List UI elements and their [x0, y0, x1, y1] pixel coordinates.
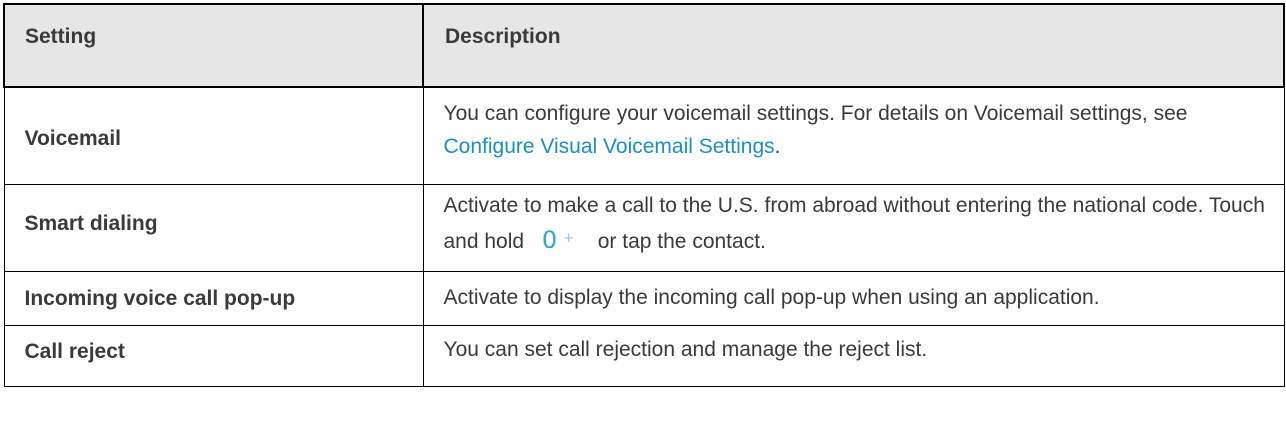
- description-part: or tap the contact.: [591, 230, 766, 253]
- zero-plus-key-icon: 0 +: [542, 222, 584, 257]
- header-setting: Setting: [3, 3, 424, 88]
- key-plus: +: [563, 231, 575, 246]
- key-digit: 0: [541, 226, 558, 254]
- setting-cell: Smart dialing: [3, 184, 424, 272]
- description-text: Activate to make a call to the U.S. from…: [424, 185, 1284, 258]
- header-setting-label: Setting: [25, 25, 97, 48]
- description-text: Activate to display the incoming call po…: [443, 286, 1100, 309]
- settings-table: Setting Description Voicemail You can co…: [3, 3, 1285, 387]
- setting-cell: Voicemail: [3, 86, 424, 185]
- description-cell: You can set call rejection and manage th…: [422, 325, 1285, 387]
- table-row: Voicemail You can configure your voicema…: [3, 86, 1285, 185]
- setting-cell: Incoming voice call pop-up: [3, 271, 424, 326]
- description-part: .: [774, 135, 781, 158]
- description-part: You can configure your voicemail setting…: [443, 102, 1188, 125]
- description-text: You can set call rejection and manage th…: [443, 338, 928, 361]
- setting-cell: Call reject: [3, 325, 424, 387]
- setting-name: Call reject: [24, 340, 125, 363]
- table-header-row: Setting Description: [3, 3, 1285, 88]
- table-row: Smart dialing Activate to make a call to…: [3, 184, 1285, 272]
- setting-name: Voicemail: [24, 127, 122, 150]
- header-description-label: Description: [445, 25, 561, 48]
- description-cell: Activate to display the incoming call po…: [422, 271, 1285, 326]
- table-row: Incoming voice call pop-up Activate to d…: [3, 271, 1285, 326]
- setting-name: Incoming voice call pop-up: [24, 287, 296, 310]
- configure-visual-voicemail-link[interactable]: Configure Visual Voicemail Settings: [444, 135, 775, 158]
- description-cell: Activate to make a call to the U.S. from…: [422, 184, 1285, 272]
- table-row: Call reject You can set call rejection a…: [3, 325, 1285, 387]
- setting-name: Smart dialing: [24, 212, 158, 235]
- description-text: You can configure your voicemail setting…: [424, 88, 1284, 163]
- header-description: Description: [422, 3, 1285, 88]
- description-cell: You can configure your voicemail setting…: [422, 86, 1285, 185]
